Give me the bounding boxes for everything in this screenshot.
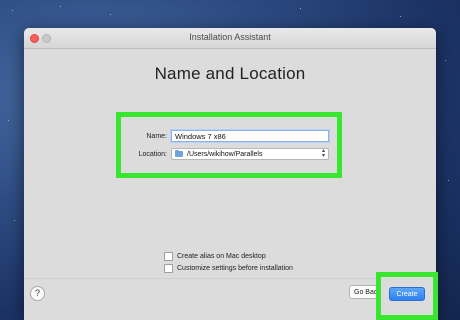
customize-settings-checkbox[interactable]	[164, 263, 173, 273]
star	[448, 180, 449, 181]
star	[300, 8, 301, 9]
location-select[interactable]: /Users/wikihow/Parallels ▴ ▾	[171, 148, 329, 160]
customize-settings-label: Customize settings before installation	[177, 264, 293, 272]
customize-settings-option[interactable]: Customize settings before installation	[164, 263, 293, 273]
star	[60, 6, 61, 7]
folder-icon	[175, 150, 183, 157]
name-row: Name: Windows 7 x86	[129, 129, 329, 143]
page-title: Name and Location	[154, 64, 306, 83]
form-highlight-box: Name: Windows 7 x86 Location: /Users/wik…	[116, 112, 342, 178]
help-button[interactable]: ?	[30, 286, 45, 301]
create-button[interactable]: Create	[389, 287, 425, 301]
star	[110, 14, 111, 15]
name-label: Name:	[146, 132, 167, 140]
create-alias-checkbox[interactable]	[164, 251, 173, 261]
star	[400, 16, 401, 17]
window-title: Installation Assistant	[189, 32, 271, 42]
location-row: Location: /Users/wikihow/Parallels ▴ ▾	[129, 147, 329, 161]
chevron-updown-icon: ▴ ▾	[321, 148, 325, 159]
star	[445, 60, 446, 61]
installation-assistant-window: Installation Assistant Name and Location…	[24, 28, 436, 320]
star	[12, 10, 13, 11]
create-highlight-box: Create	[376, 272, 438, 320]
star	[14, 220, 15, 221]
create-alias-option[interactable]: Create alias on Mac desktop	[164, 251, 266, 261]
location-value: /Users/wikihow/Parallels	[187, 150, 263, 158]
star	[8, 120, 9, 121]
location-label: Location:	[138, 150, 167, 158]
footer-divider	[24, 278, 436, 279]
name-input[interactable]: Windows 7 x86	[171, 130, 329, 142]
title-bar: Installation Assistant	[24, 28, 436, 49]
create-alias-label: Create alias on Mac desktop	[177, 252, 266, 260]
